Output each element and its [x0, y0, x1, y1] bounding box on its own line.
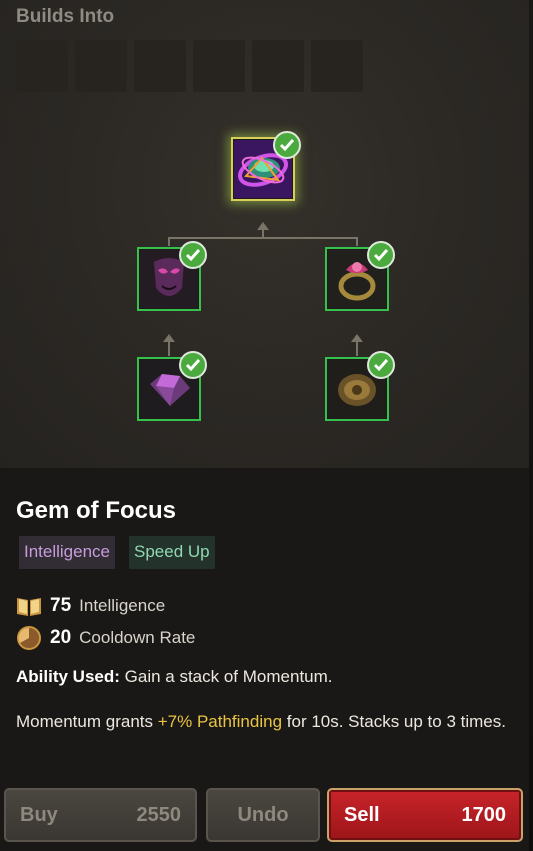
passive-text-end: for 10s. Stacks up to 3 times.: [286, 712, 506, 731]
arrow-up-icon: [163, 334, 175, 342]
buy-button[interactable]: Buy 2550: [4, 788, 197, 842]
stat-row-cooldown: 20 Cooldown Rate: [16, 625, 195, 651]
tag-intelligence: Intelligence: [19, 536, 116, 569]
cooldown-icon: [17, 626, 41, 650]
arrow-up-icon: [257, 222, 269, 230]
stat-value: 75: [50, 595, 72, 616]
book-icon: [17, 598, 41, 616]
tag-speed-up: Speed Up: [129, 536, 215, 569]
undo-label: Undo: [237, 803, 289, 826]
recipe-tree-connectors: [163, 222, 363, 356]
owned-check-icon: [179, 241, 207, 269]
stat-label: Intelligence: [79, 596, 166, 615]
passive-text-start: Momentum grants: [16, 712, 153, 731]
sell-button[interactable]: Sell 1700: [327, 788, 523, 842]
stat-label: Cooldown Rate: [79, 628, 196, 647]
undo-button[interactable]: Undo: [206, 788, 320, 842]
sell-label: Sell: [344, 803, 380, 826]
owned-check-icon: [179, 351, 207, 379]
stat-value: 20: [50, 627, 72, 648]
owned-check-icon: [367, 351, 395, 379]
passive-highlight: +7% Pathfinding: [157, 712, 283, 731]
buy-price: 2550: [136, 803, 182, 826]
owned-check-icon: [367, 241, 395, 269]
ability-label: Ability Used:: [16, 667, 120, 686]
arrow-up-icon: [351, 334, 363, 342]
sell-price: 1700: [461, 803, 507, 826]
owned-check-icon: [273, 131, 301, 159]
item-title: Gem of Focus: [16, 497, 177, 524]
ability-text: Gain a stack of Momentum.: [124, 667, 333, 686]
ability-description: Ability Used: Gain a stack of Momentum.: [16, 667, 333, 687]
buy-label: Buy: [20, 803, 58, 826]
stat-row-intelligence: 75 Intelligence: [16, 593, 165, 619]
passive-description: Momentum grants +7% Pathfinding for 10s.…: [16, 711, 506, 733]
